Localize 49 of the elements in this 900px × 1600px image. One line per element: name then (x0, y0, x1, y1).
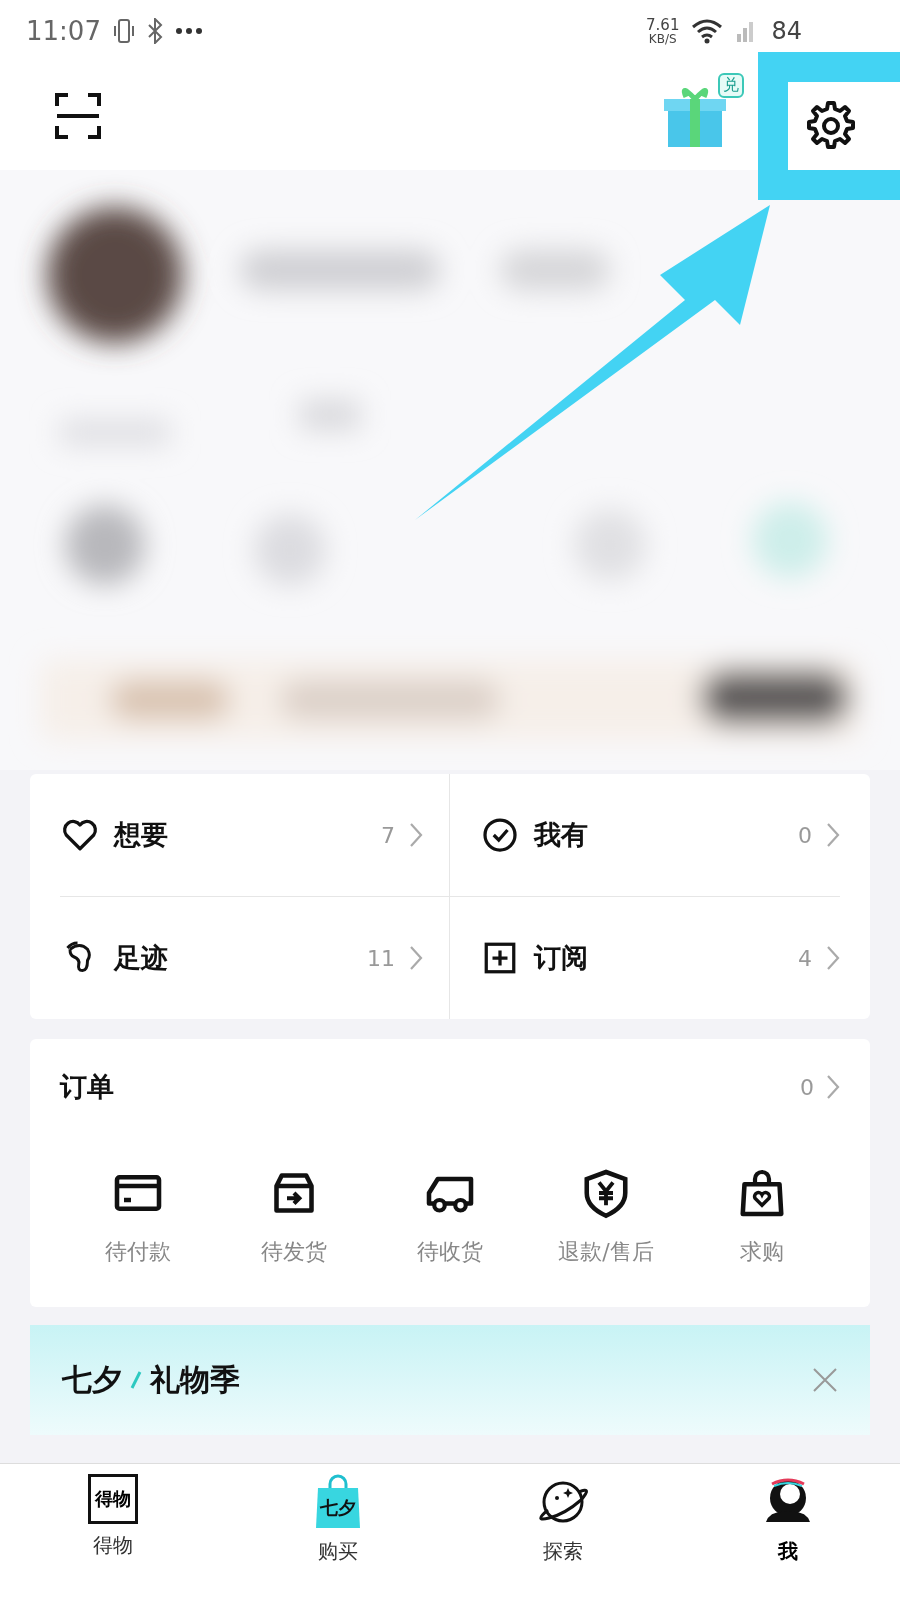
more-icon (174, 27, 203, 35)
quick-link-label: 想要 (114, 818, 169, 852)
vibrate-icon (112, 17, 135, 45)
battery-percent: 84 (771, 17, 802, 45)
quick-link-label: 我有 (534, 818, 589, 852)
quick-link-label: 足迹 (114, 941, 169, 975)
wifi-icon (691, 18, 724, 44)
tab[interactable]: 七夕 购买 (225, 1474, 450, 1600)
status-time: 11:07 (26, 16, 101, 46)
order-status-label: 待付款 (105, 1238, 171, 1266)
chevron-icon (409, 945, 423, 971)
scan-icon[interactable] (54, 92, 102, 140)
order-status-label: 退款/售后 (558, 1238, 654, 1266)
order-status-item[interactable]: 待收货 (372, 1165, 528, 1267)
chevron-icon (826, 945, 840, 971)
close-icon[interactable] (812, 1367, 838, 1393)
order-status-item[interactable]: 退款/售后 (528, 1165, 684, 1267)
tab[interactable]: 我 (675, 1474, 900, 1600)
promo-banner[interactable]: 七夕 礼物季 (30, 1325, 870, 1435)
chevron-icon (409, 822, 423, 848)
network-speed: 7.61 KB/S (646, 17, 680, 45)
quick-link-count: 11 (367, 945, 395, 971)
gift-badge: 兑 (718, 73, 744, 98)
quick-link-count: 0 (798, 822, 812, 848)
order-status-item[interactable]: 求购 (684, 1165, 840, 1267)
order-status-item[interactable]: 待付款 (60, 1165, 216, 1267)
check-circle-icon (480, 815, 520, 855)
order-status-item[interactable]: 待发货 (216, 1165, 372, 1267)
chevron-icon (826, 822, 840, 848)
banner-subtitle: 礼物季 (150, 1360, 240, 1399)
tab[interactable]: 得物 得物 (0, 1474, 225, 1600)
order-count: 0 (800, 1074, 814, 1100)
tab[interactable]: 探索 (450, 1474, 675, 1600)
chevron-icon (826, 1074, 840, 1100)
quick-link-label: 订阅 (534, 941, 589, 975)
section-title: 订单 (60, 1070, 115, 1104)
order-status-label: 求购 (740, 1238, 784, 1266)
quick-link[interactable]: 我有 0 (450, 774, 840, 897)
quick-link-count: 7 (381, 822, 395, 848)
bluetooth-icon (146, 18, 163, 44)
quick-link[interactable]: 足迹 11 (60, 897, 450, 1019)
banner-title: 七夕 (62, 1360, 122, 1399)
order-status-label: 待发货 (261, 1238, 327, 1266)
quick-link[interactable]: 订阅 4 (450, 897, 840, 1019)
quick-link[interactable]: 想要 7 (60, 774, 450, 897)
logo-icon: 得物 (87, 1474, 138, 1524)
order-status-label: 待收货 (417, 1238, 483, 1266)
quick-link-count: 4 (798, 945, 812, 971)
slash-icon (130, 1370, 142, 1390)
